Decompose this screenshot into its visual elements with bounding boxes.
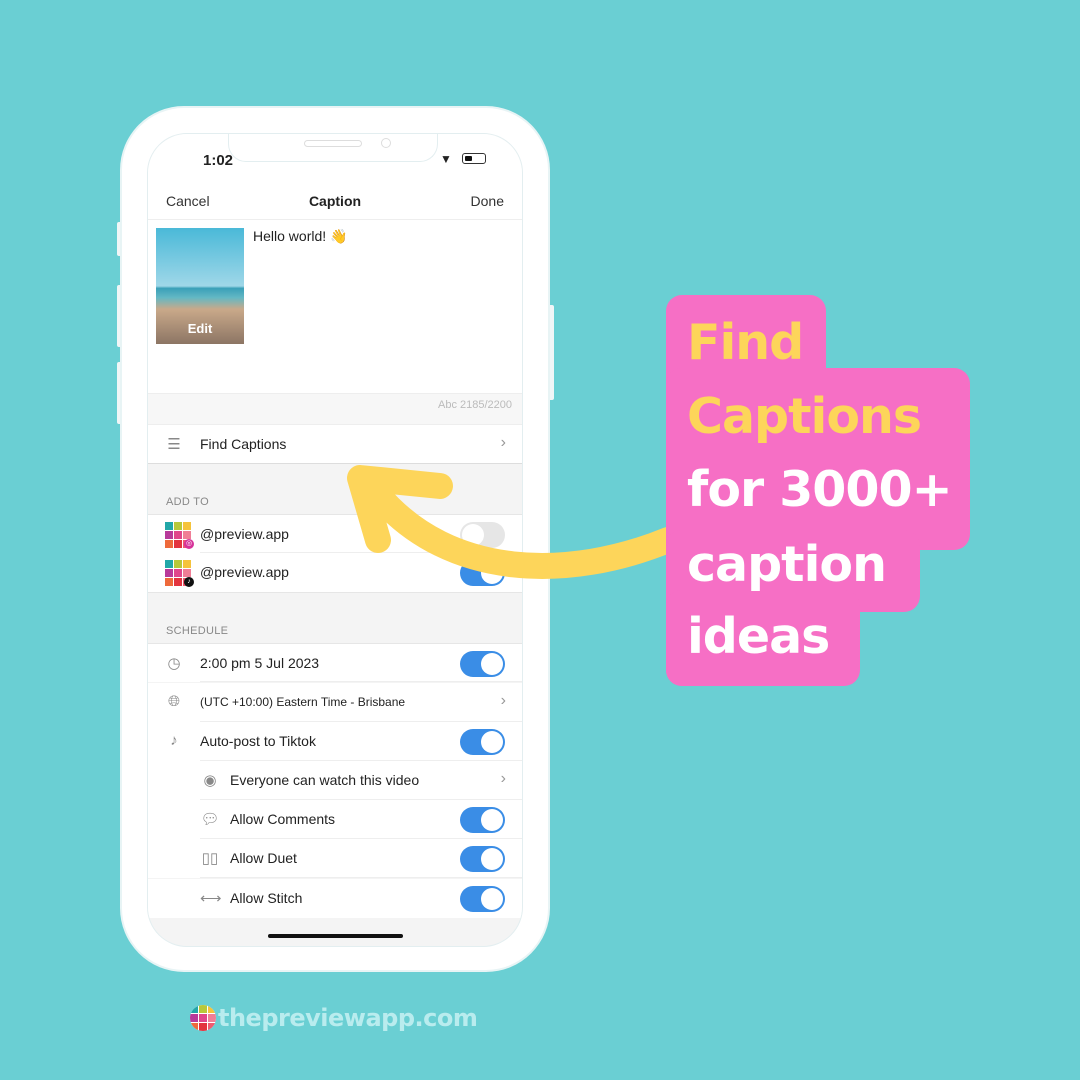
globe-icon: 🌐︎ <box>167 693 180 710</box>
duet-label: Allow Duet <box>230 850 297 866</box>
brand-footer: thepreviewapp.com <box>190 1004 478 1032</box>
schedule-header: SCHEDULE <box>166 625 229 637</box>
duet-toggle[interactable] <box>460 846 505 872</box>
callout-line: Captions <box>687 388 922 445</box>
speaker <box>304 140 362 147</box>
autopost-row[interactable]: ♪ Auto-post to Tiktok <box>148 722 522 761</box>
caption-editor: Edit Hello world! 👋 <box>148 220 522 393</box>
allow-stitch-row[interactable]: ⟷ Allow Stitch <box>148 879 522 918</box>
preview-logo-icon <box>190 1005 216 1031</box>
stitch-icon: ⟷ <box>200 890 222 907</box>
account-toggle[interactable] <box>460 522 505 548</box>
schedule-toggle[interactable] <box>460 651 505 677</box>
autopost-label: Auto-post to Tiktok <box>200 733 316 749</box>
autopost-toggle[interactable] <box>460 729 505 755</box>
find-captions-label: Find Captions <box>200 436 287 452</box>
visibility-label: Everyone can watch this video <box>230 772 420 788</box>
visibility-row[interactable]: ◉ Everyone can watch this video › <box>148 761 522 800</box>
camera <box>381 138 391 148</box>
add-to-header: ADD TO <box>166 496 209 508</box>
media-thumbnail[interactable]: Edit <box>156 228 244 344</box>
status-bar: 1:02 ▼ <box>148 134 522 186</box>
allow-duet-row[interactable]: ▯▯ Allow Duet <box>148 839 522 878</box>
tiktok-icon: ♪ <box>170 732 178 749</box>
tiktok-icon: ♪ <box>184 577 194 587</box>
callout-line: for 3000+ <box>687 461 953 518</box>
callout-line: Find <box>687 314 804 371</box>
chevron-right-icon: › <box>500 434 506 451</box>
caption-input[interactable]: Hello world! 👋 <box>253 228 347 245</box>
edit-label[interactable]: Edit <box>156 321 244 336</box>
comments-toggle[interactable] <box>460 807 505 833</box>
chevron-right-icon: › <box>500 770 506 787</box>
find-captions-row[interactable]: ☰ Find Captions › <box>148 424 522 464</box>
account-toggle[interactable] <box>460 560 505 586</box>
callout-line: ideas <box>687 608 830 665</box>
stitch-toggle[interactable] <box>460 886 505 912</box>
stitch-label: Allow Stitch <box>230 890 303 906</box>
comments-label: Allow Comments <box>230 811 336 827</box>
chevron-right-icon: › <box>500 692 506 709</box>
clock-icon: ◷ <box>167 655 181 672</box>
notch <box>228 134 438 162</box>
brand-url: thepreviewapp.com <box>218 1004 478 1032</box>
character-counter: Abc 2185/2200 <box>148 393 522 424</box>
done-button[interactable]: Done <box>471 193 504 209</box>
schedule-datetime-row[interactable]: ◷ 2:00 pm 5 Jul 2023 <box>148 643 522 682</box>
callout-line: caption <box>687 536 887 593</box>
account-handle: @preview.app <box>200 526 289 542</box>
phone-screen: 1:02 ▼ Cancel Caption Done Edit Hello wo… <box>147 133 523 947</box>
duet-icon: ▯▯ <box>201 850 219 867</box>
allow-comments-row[interactable]: 💬︎ Allow Comments <box>148 800 522 839</box>
phone-power <box>548 305 554 400</box>
page-title: Caption <box>308 193 362 209</box>
home-indicator <box>268 934 403 938</box>
account-row-instagram[interactable]: ◎ @preview.app <box>148 514 522 553</box>
nav-bar: Cancel Caption Done <box>148 186 522 220</box>
account-row-tiktok[interactable]: ♪ @preview.app <box>148 553 522 593</box>
text-lines-icon: ☰ <box>167 436 181 453</box>
account-handle: @preview.app <box>200 564 289 580</box>
eye-icon: ◉ <box>203 772 217 789</box>
instagram-icon: ◎ <box>184 539 194 549</box>
timezone-label: (UTC +10:00) Eastern Time - Brisbane <box>200 695 406 709</box>
wifi-icon: ▼ <box>440 152 452 166</box>
timezone-row[interactable]: 🌐︎ (UTC +10:00) Eastern Time - Brisbane … <box>148 683 522 722</box>
status-time: 1:02 <box>203 152 234 169</box>
comment-icon: 💬︎ <box>200 811 220 828</box>
battery-icon <box>462 153 486 164</box>
datetime-label: 2:00 pm 5 Jul 2023 <box>200 655 320 671</box>
